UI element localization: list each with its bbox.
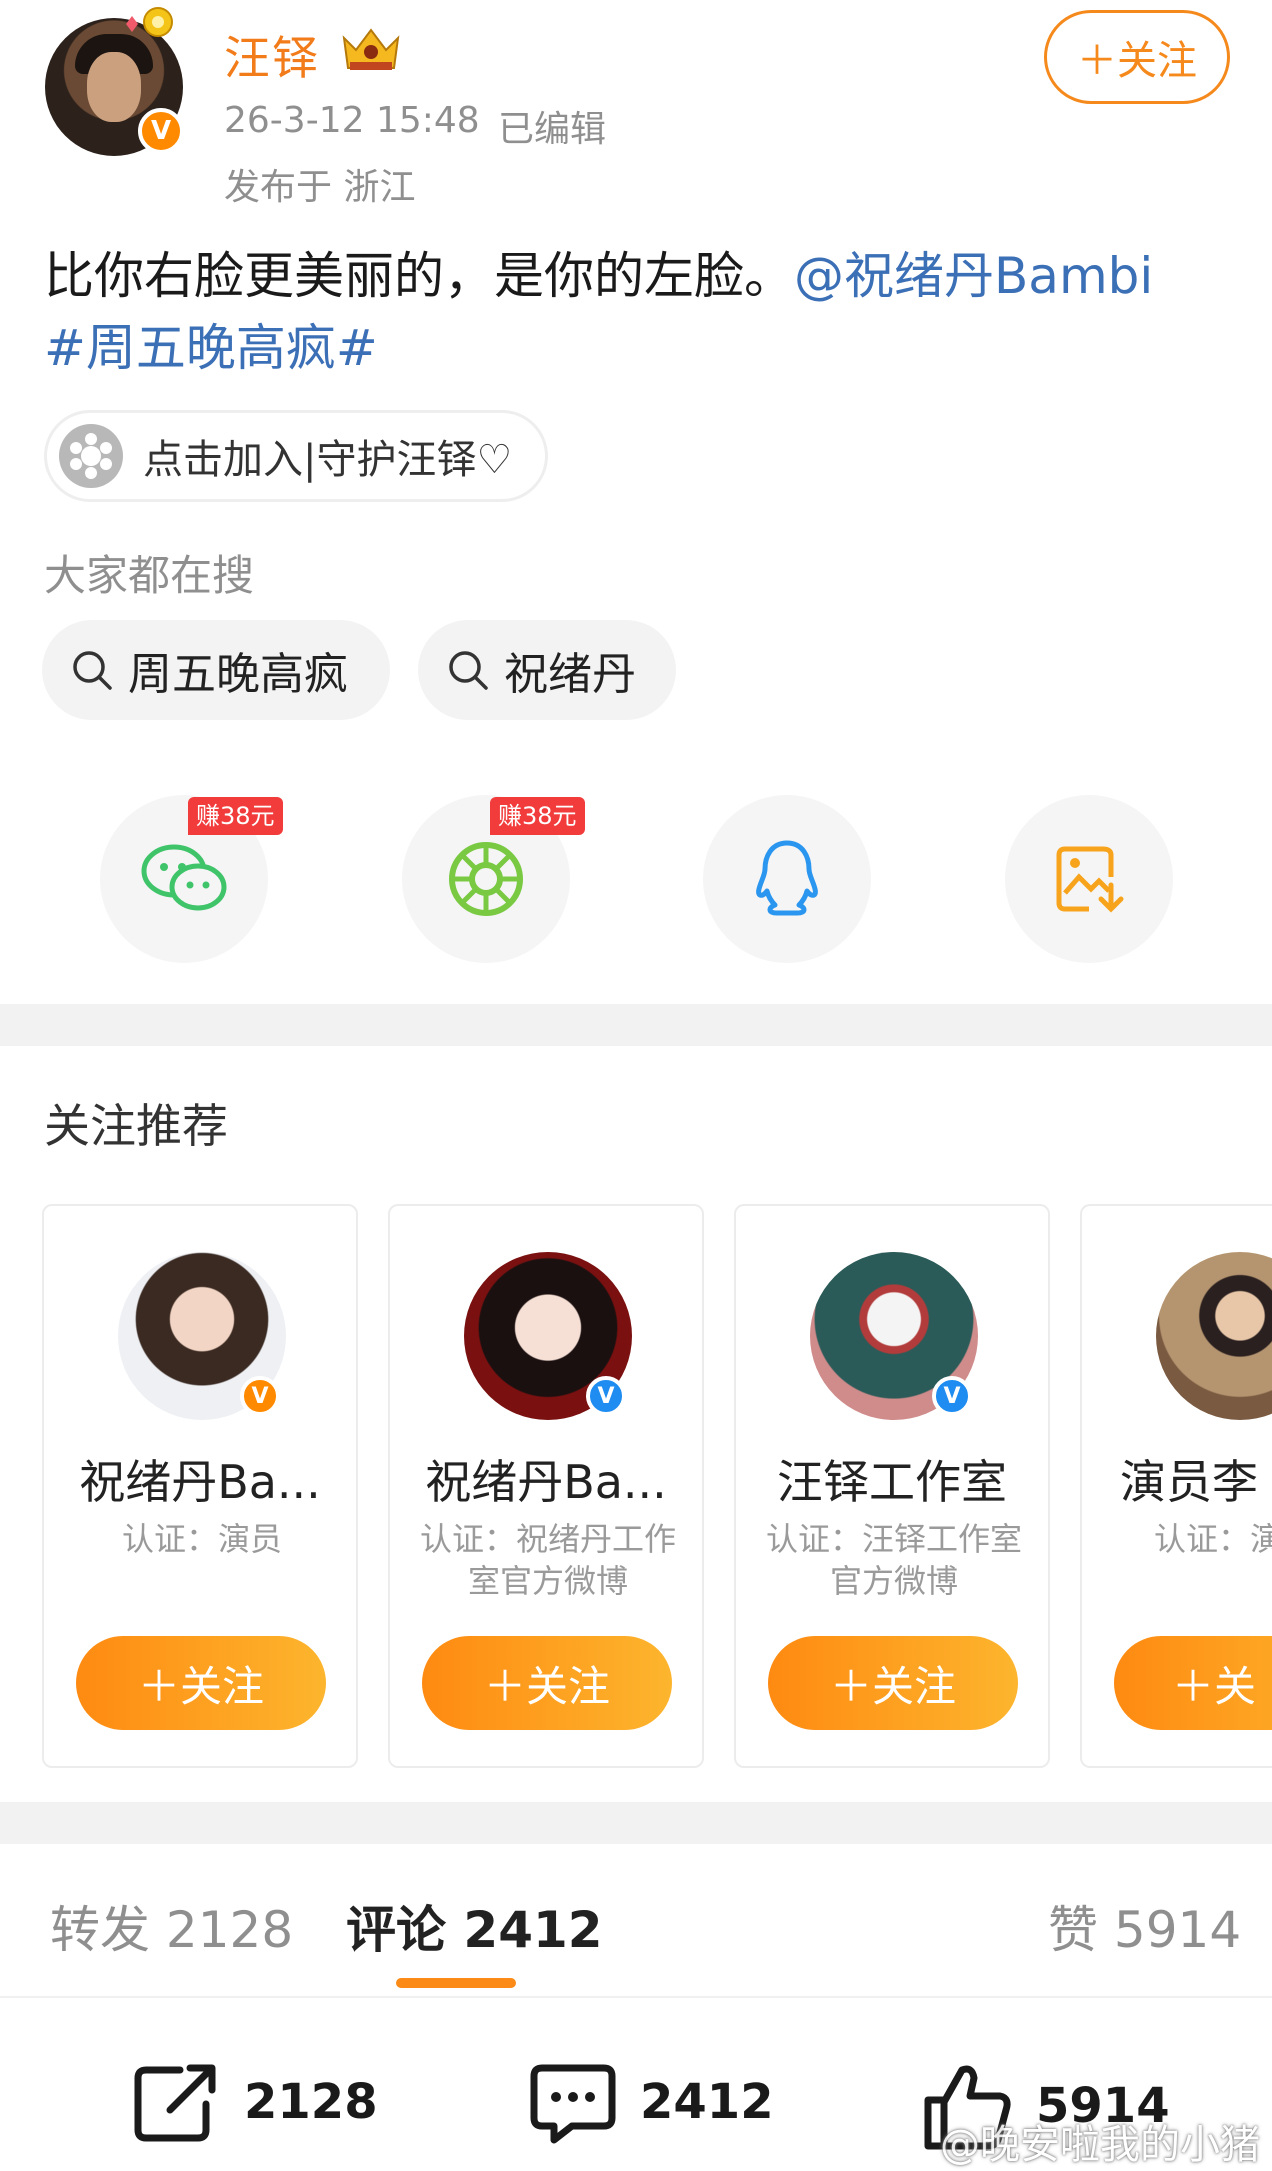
comment-button[interactable]: 2412 (528, 2060, 774, 2144)
post-time: 26-3-12 15:48 (224, 100, 480, 141)
search-chip-label: 祝绪丹 (504, 649, 636, 700)
tab-comment[interactable]: 评论 2412 (346, 1890, 603, 1962)
recommend-follow-button[interactable]: ＋关注 (76, 1636, 326, 1730)
qq-icon (756, 840, 818, 916)
tab-repost[interactable]: 转发 2128 (50, 1890, 293, 1962)
avatar-decoration-icon (126, 7, 173, 37)
recommend-cert: 认证：演 (1154, 1520, 1272, 1558)
search-icon (449, 651, 488, 690)
avatar-face (87, 52, 141, 122)
divider (0, 1996, 1272, 1998)
comment-count: 2412 (640, 2074, 774, 2130)
hashtag-link[interactable]: #周五晚高疯# (44, 319, 378, 377)
search-icon (73, 651, 112, 690)
recommend-title: 关注推荐 (44, 1099, 228, 1153)
tab-like[interactable]: 赞 5914 (1048, 1890, 1241, 1962)
avatar[interactable] (1156, 1252, 1272, 1420)
recommend-follow-button[interactable]: ＋关注 (768, 1636, 1018, 1730)
recommend-follow-button[interactable]: ＋关 (1114, 1636, 1272, 1730)
flower-icon (59, 424, 123, 488)
post-location: 发布于 浙江 (224, 167, 416, 208)
edited-label: 已编辑 (498, 109, 607, 150)
repost-icon (134, 2064, 216, 2142)
verified-badge-icon: V (932, 1376, 972, 1416)
post-content: 比你右脸更美丽的，是你的左脸。@祝绪丹Bambi #周五晚高疯# (44, 240, 1244, 384)
fan-group-button[interactable]: 点击加入|守护汪铎♡ (44, 410, 548, 502)
search-chip[interactable]: 周五晚高疯 (42, 620, 390, 720)
earn-tag: 赚38元 (490, 797, 585, 835)
watermark: @晚安啦我的小猪 (940, 2122, 1260, 2168)
share-qq-button[interactable] (703, 795, 871, 963)
verified-badge-icon: V (586, 1376, 626, 1416)
tab-indicator (396, 1978, 516, 1988)
recommend-follow-button[interactable]: ＋关注 (422, 1636, 672, 1730)
recommend-cert: 认证：汪铎工作室官方微博 (766, 1520, 1023, 1600)
save-image-button[interactable] (1005, 795, 1173, 963)
section-divider (0, 1004, 1272, 1046)
repost-button[interactable]: 2128 (132, 2060, 378, 2144)
recommend-cert: 认证：祝绪丹工作室官方微博 (420, 1520, 677, 1600)
recommend-name[interactable]: 祝绪丹Ba... (44, 1446, 356, 1512)
recommend-card[interactable]: V 汪铎工作室 认证：汪铎工作室官方微博 ＋关注 (734, 1204, 1050, 1768)
author-name[interactable]: 汪铎 (224, 22, 320, 88)
section-divider (0, 1802, 1272, 1844)
recommend-card[interactable]: 演员李 认证：演 ＋关 (1080, 1204, 1272, 1768)
recommend-name[interactable]: 祝绪丹Ba... (390, 1446, 702, 1512)
recommend-card[interactable]: V 祝绪丹Ba... 认证：演员 ＋关注 (42, 1204, 358, 1768)
follow-button[interactable]: ＋关注 (1044, 10, 1230, 104)
recommend-name[interactable]: 汪铎工作室 (736, 1446, 1048, 1512)
verified-badge-icon: V (240, 1376, 280, 1416)
fan-group-label: 点击加入|守护汪铎♡ (143, 437, 513, 483)
repost-count: 2128 (244, 2074, 378, 2130)
recommend-card[interactable]: V 祝绪丹Ba... 认证：祝绪丹工作室官方微博 ＋关注 (388, 1204, 704, 1768)
wechat-icon (141, 844, 227, 911)
verified-badge-icon: V (138, 108, 184, 154)
comment-icon (530, 2064, 616, 2144)
moments-icon (449, 842, 523, 916)
save-image-icon (1056, 846, 1124, 913)
post-text: 比你右脸更美丽的，是你的左脸。 (44, 247, 794, 305)
trending-search-title: 大家都在搜 (44, 551, 255, 600)
mention-link[interactable]: @祝绪丹Bambi (794, 247, 1153, 305)
crown-icon (342, 28, 400, 70)
earn-tag: 赚38元 (188, 797, 283, 835)
recommend-name[interactable]: 演员李 (1120, 1446, 1272, 1512)
search-chip[interactable]: 祝绪丹 (418, 620, 676, 720)
search-chip-label: 周五晚高疯 (128, 649, 348, 700)
recommend-cert: 认证：演员 (121, 1520, 282, 1558)
